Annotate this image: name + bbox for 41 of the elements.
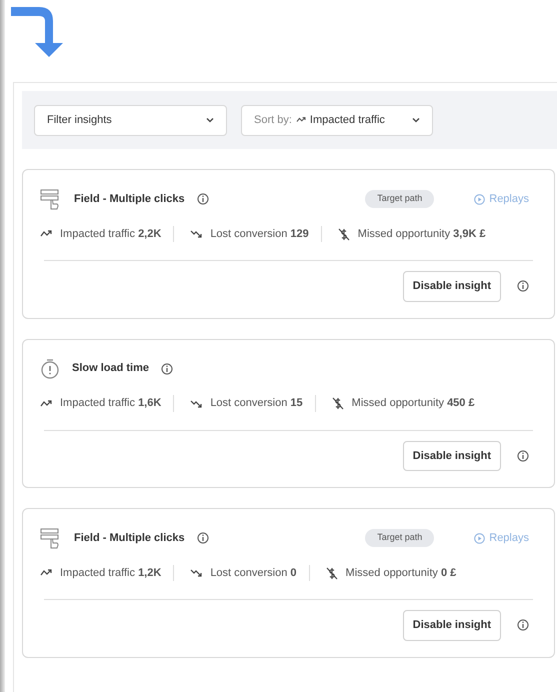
metric-text: Impacted traffic 1,6K — [60, 396, 162, 412]
no-money-icon — [332, 397, 344, 410]
disable-insight-button[interactable]: Disable insight — [402, 440, 501, 471]
trend-down-icon — [190, 229, 202, 239]
metric-text: Missed opportunity 3,9K £ — [358, 226, 486, 242]
no-money-icon — [338, 228, 350, 240]
info-icon — [196, 532, 209, 544]
metric-text: Impacted traffic 1,2K — [60, 566, 162, 581]
no-money-icon — [326, 566, 338, 580]
trend-down-icon — [190, 398, 202, 408]
tag: Target path — [365, 190, 434, 208]
trend-icon — [40, 229, 52, 239]
insight-title: Slow load time — [72, 361, 150, 376]
info-icon — [161, 362, 174, 374]
metric-text: Lost conversion 129 — [210, 226, 309, 242]
trend-icon — [296, 116, 306, 124]
chevron-icon — [206, 117, 214, 123]
metric-text: Missed opportunity 0 £ — [346, 566, 456, 581]
metric-text: Lost conversion 15 — [210, 396, 303, 412]
stopwatch-icon — [40, 358, 60, 380]
trend-down-icon — [190, 568, 202, 578]
info-icon — [517, 619, 529, 632]
info-icon — [517, 280, 529, 292]
filter-dropdown[interactable]: Filter insights — [34, 104, 227, 136]
disable-insight-button[interactable]: Disable insight — [402, 610, 501, 640]
insight-title: Field - Multiple clicks — [74, 530, 185, 546]
play-icon — [474, 194, 486, 204]
metric-text: Lost conversion 0 — [210, 566, 297, 581]
info-icon — [196, 193, 209, 205]
trend-icon — [40, 568, 52, 578]
chevron-icon — [412, 117, 420, 123]
tag: Target path — [365, 529, 434, 547]
play-icon — [474, 532, 486, 544]
curved-arrow-icon — [11, 5, 63, 58]
insight-title: Field - Multiple clicks — [74, 192, 185, 207]
disable-insight-button[interactable]: Disable insight — [402, 271, 501, 302]
trend-icon — [40, 398, 52, 408]
sort-dropdown[interactable]: Sort by: Impacted traffic — [241, 104, 433, 136]
metric-text: Impacted traffic 2,2K — [60, 226, 162, 242]
info-icon — [517, 450, 529, 462]
metric-text: Missed opportunity 450 £ — [352, 396, 475, 412]
